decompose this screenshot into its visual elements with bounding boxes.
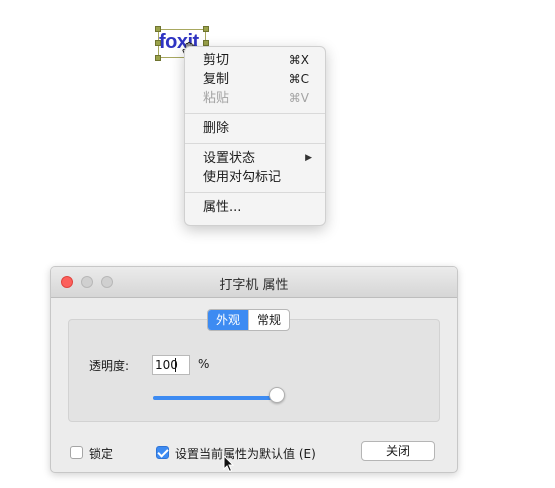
- submenu-arrow-icon: ▶: [305, 153, 312, 163]
- menu-item-paste: 粘贴 ⌘V: [185, 89, 325, 108]
- opacity-input[interactable]: 100: [152, 355, 190, 375]
- menu-item-label: 粘贴: [203, 91, 230, 106]
- menu-item-label: 属性...: [203, 200, 242, 215]
- menu-shortcut: ⌘V: [288, 91, 309, 105]
- menu-item-copy[interactable]: 复制 ⌘C: [185, 70, 325, 89]
- text-caret: [175, 358, 176, 372]
- tab-general[interactable]: 常规: [248, 310, 289, 330]
- menu-item-label: 复制: [203, 72, 230, 87]
- opacity-slider-fill: [153, 396, 277, 400]
- opacity-slider-knob[interactable]: [269, 387, 285, 403]
- menu-separator: [185, 113, 325, 114]
- percent-unit: %: [198, 357, 210, 371]
- menu-shortcut: ⌘C: [288, 72, 309, 86]
- menu-item-cut[interactable]: 剪切 ⌘X: [185, 51, 325, 70]
- menu-item-label: 删除: [203, 121, 230, 136]
- lock-label[interactable]: 锁定: [89, 445, 113, 462]
- close-button[interactable]: 关闭: [361, 441, 435, 461]
- resize-handle-bottom-left[interactable]: [155, 55, 161, 61]
- properties-window: 打字机 属性 外观 常规 透明度: 100 % 锁定 设置当前属性为默认值 (E…: [50, 266, 458, 473]
- menu-item-properties[interactable]: 属性...: [185, 198, 325, 217]
- mouse-pointer-icon: [223, 455, 235, 473]
- menu-item-label: 使用对勾标记: [203, 170, 282, 185]
- tab-bar: 外观 常规: [207, 309, 291, 331]
- tab-appearance[interactable]: 外观: [208, 310, 249, 330]
- context-menu: 剪切 ⌘X 复制 ⌘C 粘贴 ⌘V 删除 设置状态 ▶ 使用对勾标记 属性...: [184, 46, 326, 226]
- opacity-label: 透明度:: [89, 359, 130, 373]
- resize-handle-top-right[interactable]: [203, 26, 209, 32]
- set-default-label[interactable]: 设置当前属性为默认值 (E): [175, 445, 316, 462]
- menu-item-delete[interactable]: 删除: [185, 119, 325, 138]
- menu-separator: [185, 192, 325, 193]
- opacity-slider-track[interactable]: [153, 396, 277, 400]
- menu-separator: [185, 143, 325, 144]
- lock-checkbox[interactable]: [70, 446, 83, 459]
- menu-item-mark-checked[interactable]: 使用对勾标记: [185, 168, 325, 187]
- set-default-checkbox[interactable]: [156, 446, 169, 459]
- menu-item-set-status[interactable]: 设置状态 ▶: [185, 149, 325, 168]
- window-title: 打字机 属性: [219, 278, 289, 293]
- menu-item-label: 设置状态: [203, 151, 256, 166]
- menu-shortcut: ⌘X: [288, 53, 309, 67]
- title-bar[interactable]: 打字机 属性: [51, 267, 457, 298]
- menu-item-label: 剪切: [203, 53, 230, 68]
